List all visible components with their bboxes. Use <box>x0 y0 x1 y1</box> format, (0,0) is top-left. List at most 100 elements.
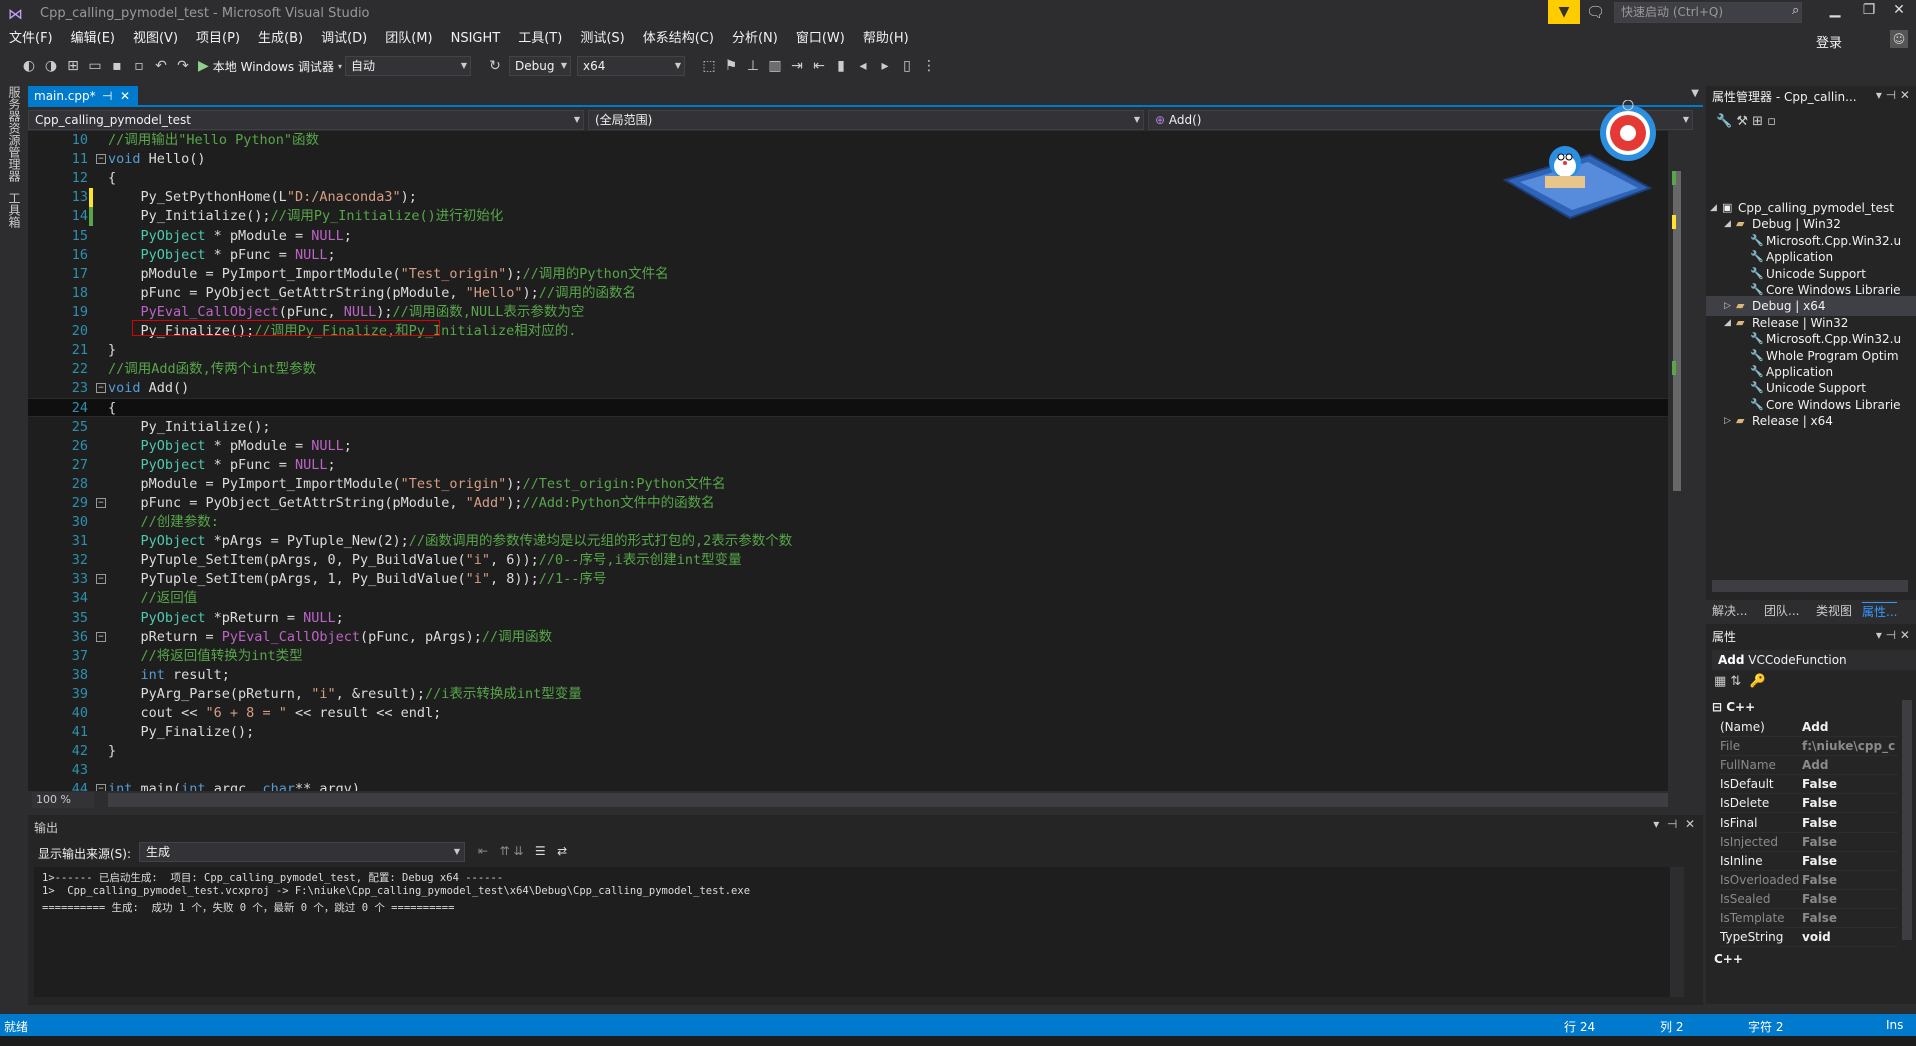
scope-dropdown[interactable]: (全局范围) ▼ <box>588 110 1144 130</box>
clear-bookmarks-icon[interactable]: ▯ <box>896 58 918 74</box>
tab-property-manager[interactable]: 属性... <box>1862 602 1898 620</box>
code-line[interactable]: 28 pModule = PyImport_ImportModule("Test… <box>28 475 1686 494</box>
code-line[interactable]: 10 //调用输出"Hello Python"函数 <box>28 131 1686 150</box>
save-icon[interactable]: ▪ <box>106 58 128 74</box>
indent-icon[interactable]: ⇥ <box>786 58 808 74</box>
property-value[interactable]: False <box>1802 775 1898 794</box>
attach-icon[interactable]: ⬚ <box>698 58 720 74</box>
code-line[interactable]: 23− void Add() <box>28 379 1686 398</box>
menu-item[interactable]: 生成(B) <box>249 28 312 50</box>
menu-item[interactable]: 文件(F) <box>0 28 62 50</box>
menu-item[interactable]: NSIGHT <box>442 28 510 50</box>
code-line[interactable]: 40 cout << "6 + 8 = " << result << endl; <box>28 704 1686 723</box>
code-line[interactable]: 21} <box>28 341 1686 360</box>
feedback-icon[interactable]: 🗨 <box>1586 3 1605 21</box>
toolbar-options-icon[interactable]: ⋮ <box>918 58 940 74</box>
code-line[interactable]: 32 PyTuple_SetItem(pArgs, 0, Py_BuildVal… <box>28 551 1686 570</box>
solution-config-combo[interactable]: Debug ▼ <box>509 56 571 76</box>
property-row[interactable]: IsDefault False <box>1720 775 1898 795</box>
output-window-controls[interactable]: ▾ ⊣ ✕ <box>1653 817 1695 831</box>
fold-toggle-icon[interactable]: − <box>96 383 106 394</box>
code-line[interactable]: 14 Py_Initialize();//调用Py_Initialize()进行… <box>28 207 1686 227</box>
fold-toggle-icon[interactable]: − <box>96 574 106 585</box>
login-link[interactable]: 登录 <box>1816 32 1842 51</box>
code-line[interactable]: 38 int result; <box>28 666 1686 685</box>
property-value[interactable]: Add <box>1802 718 1898 737</box>
property-row[interactable]: TypeString void <box>1720 928 1898 948</box>
property-value[interactable]: False <box>1802 852 1898 871</box>
code-line[interactable]: 33− PyTuple_SetItem(pArgs, 1, Py_BuildVa… <box>28 570 1686 589</box>
menu-item[interactable]: 编辑(E) <box>62 28 124 50</box>
code-line[interactable]: 18 pFunc = PyObject_GetAttrString(pModul… <box>28 284 1686 303</box>
tab-solution-explorer[interactable]: 解决... <box>1712 602 1747 619</box>
filter-icon[interactable]: ▼ <box>1548 0 1580 24</box>
code-line[interactable]: 43 <box>28 761 1686 780</box>
fold-toggle-icon[interactable]: − <box>96 631 106 642</box>
menu-item[interactable]: 团队(M) <box>376 28 441 50</box>
property-row[interactable]: (Name) Add <box>1720 718 1898 737</box>
property-row[interactable]: IsTemplate False <box>1720 909 1898 928</box>
bookmark-icon[interactable]: ▮ <box>830 58 852 74</box>
forward-icon[interactable]: ◑ <box>40 58 62 74</box>
properties-scrollbar[interactable] <box>1902 700 1912 940</box>
code-line[interactable]: 16 PyObject * pFunc = NULL; <box>28 246 1686 265</box>
output-scrollbar[interactable] <box>1670 867 1684 997</box>
expand-toggle-icon[interactable]: ▷ <box>1724 411 1731 431</box>
properties-toolbar[interactable]: ▦ ⇅ 🔑 <box>1714 674 1766 689</box>
menu-item[interactable]: 工具(T) <box>509 28 571 50</box>
restore-button[interactable]: ❐ <box>1854 2 1884 18</box>
minimize-button[interactable]: ▁ <box>1820 2 1850 18</box>
quick-launch-input[interactable]: 快速启动 (Ctrl+Q) <box>1614 2 1802 23</box>
tab-list-dropdown-icon[interactable]: ▼ <box>1691 88 1699 99</box>
open-file-icon[interactable]: ▭ <box>84 58 106 74</box>
property-value[interactable]: False <box>1802 814 1898 833</box>
code-line[interactable]: 39 PyArg_Parse(pReturn, "i", &result);//… <box>28 685 1686 704</box>
project-dropdown[interactable]: Cpp_calling_pymodel_test ▼ <box>28 110 584 130</box>
code-line[interactable]: 44 − int main(int argc, char** argv) <box>28 780 1686 791</box>
code-line[interactable]: 11− void Hello() <box>28 150 1686 169</box>
editor-vertical-scrollbar[interactable] <box>1668 131 1686 791</box>
code-line[interactable]: 42} <box>28 742 1686 761</box>
code-editor[interactable]: 10//调用输出"Hello Python"函数 11− void Hello() 1… <box>28 131 1686 791</box>
zoom-combo[interactable]: 100 % <box>32 792 94 808</box>
close-button[interactable]: ✕ <box>1884 2 1914 18</box>
navigate-icon[interactable]: ⊥ <box>742 58 764 74</box>
property-value[interactable]: False <box>1802 871 1898 890</box>
editor-horizontal-scrollbar[interactable] <box>108 793 1668 807</box>
user-avatar-icon[interactable]: ☺ <box>1890 30 1908 48</box>
code-line[interactable]: 15 PyObject * pModule = NULL; <box>28 227 1686 246</box>
fold-toggle-icon[interactable]: − <box>96 154 106 165</box>
outdent-icon[interactable]: ⇤ <box>808 58 830 74</box>
code-line[interactable]: 27 PyObject * pFunc = NULL; <box>28 456 1686 475</box>
code-line[interactable]: 31 PyObject *pArgs = PyTuple_New(2);//函数… <box>28 532 1686 551</box>
close-tab-icon[interactable]: ✕ <box>120 86 130 107</box>
property-value[interactable]: False <box>1802 909 1898 928</box>
code-line[interactable]: 36− pReturn = PyEval_CallObject(pFunc, p… <box>28 628 1686 647</box>
menu-item[interactable]: 分析(N) <box>723 28 787 50</box>
menu-item[interactable]: 测试(S) <box>571 28 633 50</box>
property-row[interactable]: IsFinal False <box>1720 814 1898 833</box>
property-value[interactable]: f:\niuke\cpp_c <box>1802 737 1898 756</box>
panel-controls[interactable]: ▾ ⊣ ✕ <box>1876 88 1910 102</box>
menu-item[interactable]: 项目(P) <box>187 28 249 50</box>
undo-icon[interactable]: ↶ <box>150 58 172 74</box>
toolbox-tab[interactable]: 工具箱 <box>6 192 23 228</box>
property-value[interactable]: Add <box>1802 756 1898 775</box>
code-line[interactable]: 41 Py_Finalize(); <box>28 723 1686 742</box>
code-line[interactable]: 37 //将返回值转换为int类型 <box>28 647 1686 666</box>
find-icon[interactable]: ⚑ <box>720 58 742 74</box>
menu-item[interactable]: 帮助(H) <box>854 28 918 50</box>
property-row[interactable]: IsInjected False <box>1720 833 1898 852</box>
tab-class-view[interactable]: 类视图 <box>1816 602 1852 619</box>
property-row[interactable]: IsSealed False <box>1720 890 1898 909</box>
fold-toggle-icon[interactable]: − <box>96 784 106 791</box>
class-view-icon[interactable]: ▥ <box>764 58 786 74</box>
code-line[interactable]: 17 pModule = PyImport_ImportModule("Test… <box>28 265 1686 284</box>
property-value[interactable]: False <box>1802 833 1898 852</box>
refresh-icon[interactable]: ↻ <box>484 58 506 74</box>
code-line[interactable]: 24 { <box>28 398 1686 418</box>
start-debugging-icon[interactable]: ▶ <box>198 58 209 74</box>
menu-item[interactable]: 视图(V) <box>124 28 187 50</box>
output-source-dropdown[interactable]: 生成 ▼ <box>139 842 465 862</box>
pin-icon[interactable]: ⊣ <box>102 86 112 107</box>
